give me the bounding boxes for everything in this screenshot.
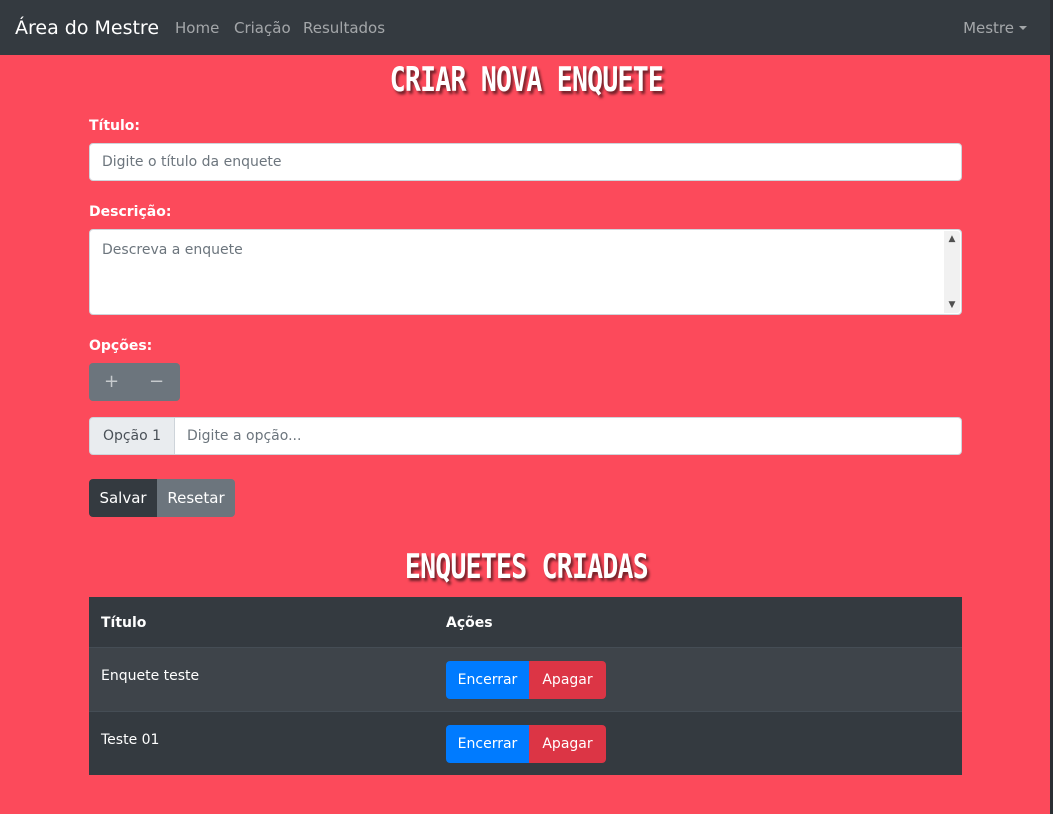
scroll-up-icon[interactable]: ▲ — [948, 235, 956, 244]
create-poll-heading: CRIAR NOVA ENQUETE — [389, 60, 664, 100]
option-input-placeholder: Digite a opção... — [187, 428, 302, 444]
created-polls-heading: ENQUETES CRIADAS — [404, 547, 649, 587]
textarea-scrollbar[interactable]: ▲ ▼ — [944, 231, 960, 313]
title-input-placeholder: Digite o título da enquete — [102, 154, 282, 170]
table-header: Título Ações — [89, 597, 962, 648]
description-placeholder: Descreva a enquete — [102, 242, 243, 258]
user-menu-dropdown[interactable]: Mestre — [963, 18, 1027, 38]
scroll-down-icon[interactable]: ▼ — [948, 301, 956, 310]
table-row: Enquete teste Encerrar Apagar — [89, 648, 962, 712]
description-textarea[interactable]: Descreva a enquete ▲ ▼ — [89, 229, 962, 315]
caret-down-icon — [1019, 26, 1027, 30]
delete-poll-button[interactable]: Apagar — [529, 661, 606, 699]
poll-title: Teste 01 — [101, 732, 160, 748]
close-poll-button[interactable]: Encerrar — [446, 661, 529, 699]
delete-poll-button[interactable]: Apagar — [529, 725, 606, 763]
reset-button[interactable]: Resetar — [157, 479, 235, 517]
brand-link[interactable]: Área do Mestre — [15, 15, 159, 41]
title-input[interactable]: Digite o título da enquete — [89, 143, 962, 181]
description-label: Descrição: — [89, 204, 172, 220]
nav-link-home[interactable]: Home — [175, 18, 219, 38]
title-label: Título: — [89, 118, 141, 134]
option-count-buttons: + − — [89, 363, 180, 401]
save-button[interactable]: Salvar — [89, 479, 157, 517]
option-input-group: Opção 1 Digite a opção... — [89, 417, 962, 455]
poll-title: Enquete teste — [101, 668, 200, 684]
option-prefix: Opção 1 — [89, 417, 175, 455]
options-label: Opções: — [89, 338, 153, 354]
option-input[interactable]: Digite a opção... — [174, 417, 962, 455]
column-header-actions: Ações — [446, 615, 493, 631]
table-row: Teste 01 Encerrar Apagar — [89, 712, 962, 775]
close-poll-button[interactable]: Encerrar — [446, 725, 529, 763]
polls-table: Título Ações Enquete teste Encerrar Apag… — [89, 597, 962, 775]
nav-link-criacao[interactable]: Criação — [234, 18, 291, 38]
nav-link-resultados[interactable]: Resultados — [303, 18, 385, 38]
remove-option-button[interactable]: − — [134, 363, 179, 401]
top-navbar: Área do Mestre Home Criação Resultados M… — [0, 0, 1053, 55]
user-menu-label: Mestre — [963, 19, 1014, 37]
add-option-button[interactable]: + — [89, 363, 134, 401]
column-header-title: Título — [101, 615, 147, 631]
